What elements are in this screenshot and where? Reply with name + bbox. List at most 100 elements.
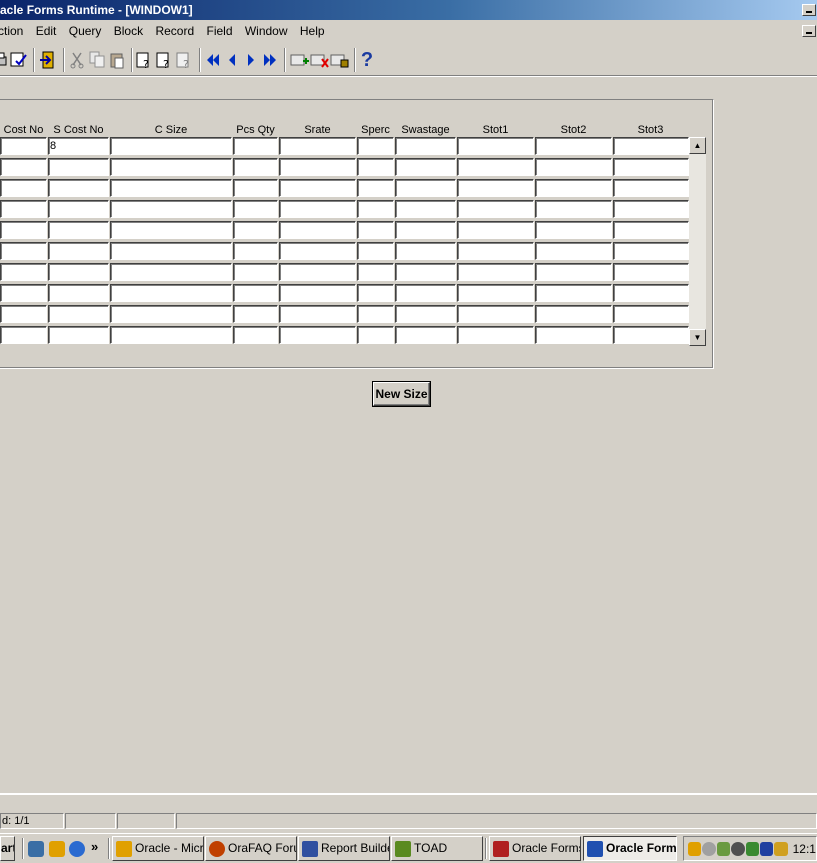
field-pcs-qty[interactable] — [233, 305, 278, 323]
menu-field[interactable]: Field — [206, 20, 232, 42]
field-stot2[interactable] — [535, 263, 612, 281]
vertical-scrollbar[interactable]: ▲ ▼ — [689, 137, 706, 346]
field-sperc[interactable] — [357, 137, 394, 155]
field-pcs-qty[interactable] — [233, 242, 278, 260]
field-pcs-qty[interactable] — [233, 263, 278, 281]
field-stot2[interactable] — [535, 221, 612, 239]
field-cost-no[interactable] — [0, 179, 47, 197]
field-srate[interactable] — [279, 326, 356, 344]
exit-icon[interactable] — [38, 49, 58, 71]
menu-window[interactable]: Window — [245, 20, 288, 42]
field-stot1[interactable] — [457, 284, 534, 302]
field-stot2[interactable] — [535, 179, 612, 197]
task-oracle-forms-2[interactable]: Oracle Form... — [583, 836, 677, 861]
field-s-cost-no[interactable] — [48, 326, 109, 344]
field-stot1[interactable] — [457, 242, 534, 260]
field-stot2[interactable] — [535, 137, 612, 155]
field-s-cost-no[interactable] — [48, 221, 109, 239]
field-pcs-qty[interactable] — [233, 200, 278, 218]
field-swastage[interactable] — [395, 137, 456, 155]
quicklaunch-more-icon[interactable]: » — [91, 839, 98, 854]
field-cost-no[interactable] — [0, 137, 47, 155]
cut-icon[interactable] — [68, 49, 86, 71]
field-c-size[interactable] — [110, 200, 232, 218]
quicklaunch-oracle-icon[interactable] — [49, 841, 65, 857]
scroll-up-button[interactable]: ▲ — [689, 137, 706, 154]
field-swastage[interactable] — [395, 242, 456, 260]
field-c-size[interactable] — [110, 284, 232, 302]
quicklaunch-explorer-icon[interactable] — [28, 841, 44, 857]
field-c-size[interactable] — [110, 242, 232, 260]
field-stot1[interactable] — [457, 158, 534, 176]
menu-action[interactable]: ction — [0, 20, 23, 42]
field-sperc[interactable] — [357, 158, 394, 176]
field-pcs-qty[interactable] — [233, 179, 278, 197]
field-cost-no[interactable] — [0, 242, 47, 260]
field-srate[interactable] — [279, 221, 356, 239]
field-c-size[interactable] — [110, 137, 232, 155]
copy-icon[interactable] — [88, 49, 106, 71]
tray-antivirus-icon[interactable] — [759, 841, 774, 856]
field-pcs-qty[interactable] — [233, 284, 278, 302]
field-stot3[interactable] — [613, 200, 689, 218]
field-stot2[interactable] — [535, 158, 612, 176]
field-stot2[interactable] — [535, 284, 612, 302]
print-icon[interactable] — [0, 49, 8, 71]
field-pcs-qty[interactable] — [233, 221, 278, 239]
field-stot1[interactable] — [457, 137, 534, 155]
task-orafaq-forum[interactable]: OraFAQ Foru... — [205, 836, 297, 861]
field-srate[interactable] — [279, 305, 356, 323]
field-srate[interactable] — [279, 200, 356, 218]
execute-query-icon[interactable]: ? — [156, 49, 174, 71]
field-stot3[interactable] — [613, 326, 689, 344]
field-stot2[interactable] — [535, 242, 612, 260]
field-c-size[interactable] — [110, 158, 232, 176]
quicklaunch-ie-icon[interactable] — [69, 841, 85, 857]
field-s-cost-no[interactable] — [48, 263, 109, 281]
field-stot3[interactable] — [613, 158, 689, 176]
last-record-icon[interactable] — [262, 49, 278, 71]
field-cost-no[interactable] — [0, 305, 47, 323]
field-swastage[interactable] — [395, 179, 456, 197]
field-swastage[interactable] — [395, 326, 456, 344]
tray-security-icon[interactable] — [774, 841, 788, 856]
tray-app-icon[interactable] — [716, 841, 731, 856]
menu-help[interactable]: Help — [300, 20, 325, 42]
enter-query-icon[interactable]: ? — [136, 49, 154, 71]
field-stot3[interactable] — [613, 284, 689, 302]
scroll-down-button[interactable]: ▼ — [689, 329, 706, 346]
field-cost-no[interactable] — [0, 221, 47, 239]
save-icon[interactable] — [10, 49, 28, 71]
field-sperc[interactable] — [357, 221, 394, 239]
first-record-icon[interactable] — [205, 49, 221, 71]
task-oracle-micro[interactable]: Oracle - Micro... — [112, 836, 204, 861]
field-sperc[interactable] — [357, 326, 394, 344]
field-sperc[interactable] — [357, 263, 394, 281]
paste-icon[interactable] — [108, 49, 126, 71]
field-s-cost-no[interactable] — [48, 158, 109, 176]
field-sperc[interactable] — [357, 179, 394, 197]
lock-record-icon[interactable] — [330, 49, 350, 71]
field-pcs-qty[interactable] — [233, 326, 278, 344]
field-sperc[interactable] — [357, 242, 394, 260]
field-srate[interactable] — [279, 179, 356, 197]
field-sperc[interactable] — [357, 200, 394, 218]
minimize-button[interactable] — [802, 4, 816, 16]
help-icon[interactable]: ? — [360, 49, 374, 71]
field-stot3[interactable] — [613, 305, 689, 323]
field-sperc[interactable] — [357, 284, 394, 302]
field-swastage[interactable] — [395, 263, 456, 281]
tray-update-icon[interactable] — [745, 841, 759, 856]
field-pcs-qty[interactable] — [233, 158, 278, 176]
field-stot3[interactable] — [613, 221, 689, 239]
field-stot1[interactable] — [457, 305, 534, 323]
start-button[interactable]: art — [0, 836, 15, 861]
tray-network-icon[interactable] — [702, 841, 716, 856]
field-stot1[interactable] — [457, 263, 534, 281]
menu-query[interactable]: Query — [69, 20, 102, 42]
field-stot1[interactable] — [457, 179, 534, 197]
field-stot2[interactable] — [535, 305, 612, 323]
menu-block[interactable]: Block — [114, 20, 143, 42]
tray-volume-icon[interactable] — [731, 841, 745, 856]
field-c-size[interactable] — [110, 263, 232, 281]
